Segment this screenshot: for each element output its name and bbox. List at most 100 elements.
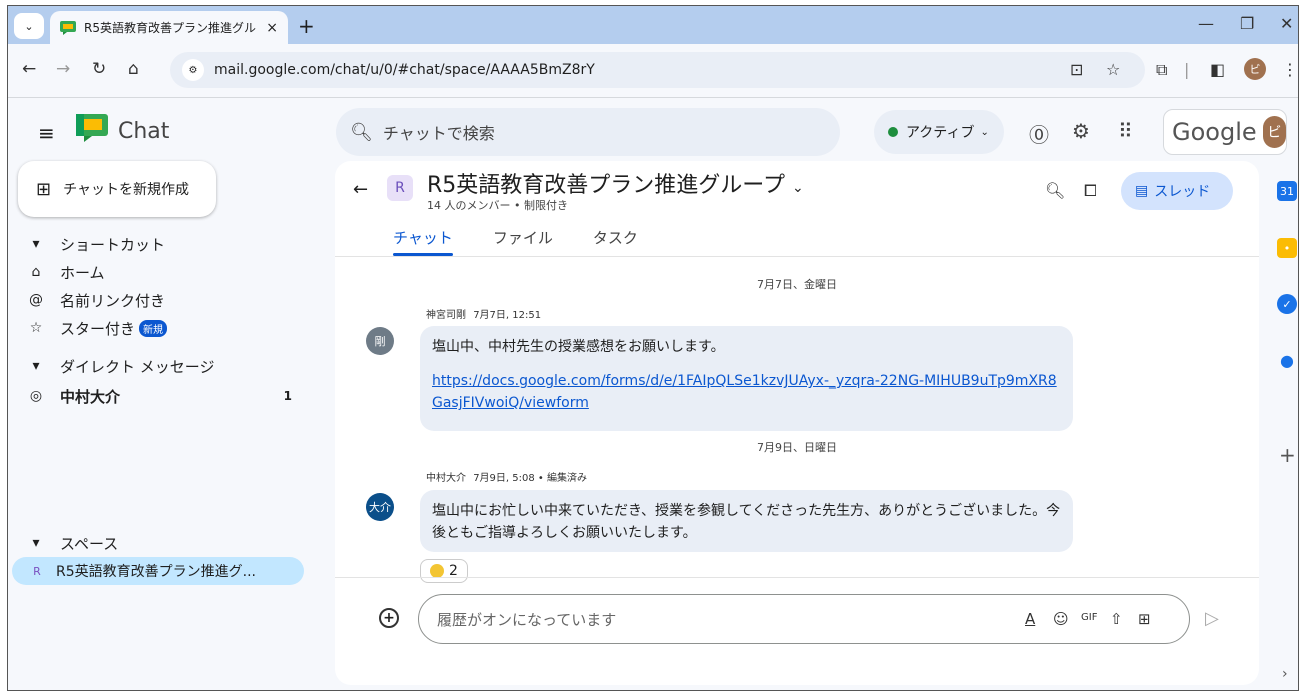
site-info-icon[interactable]: ⚙ <box>182 59 204 81</box>
emoji-icon[interactable]: ☺ <box>1053 610 1069 628</box>
format-text-icon[interactable]: A <box>1025 610 1035 628</box>
new-tab-button[interactable]: + <box>298 14 315 38</box>
upload-icon[interactable]: ⇧ <box>1110 610 1123 628</box>
picture-in-picture-icon[interactable]: ⧠ <box>1084 181 1097 201</box>
browser-tab[interactable]: R5英語教育改善プラン推進グル × <box>50 11 288 44</box>
video-meeting-icon[interactable]: ⊞ <box>1138 610 1151 628</box>
smile-emoji-icon <box>430 564 445 578</box>
tasks-icon[interactable]: ✓ <box>1277 294 1297 314</box>
home-label: ホーム <box>60 263 105 282</box>
chat-logo-icon <box>76 114 108 142</box>
send-icon[interactable]: ▷ <box>1205 608 1219 629</box>
space-initial: R <box>33 564 41 578</box>
toolbar-divider: | <box>1184 60 1190 79</box>
home-icon: ⌂ <box>31 264 41 280</box>
dm-header[interactable]: ▾ ダイレクト メッセージ <box>8 352 308 380</box>
status-label: アクティブ <box>906 125 975 141</box>
help-icon[interactable]: ⓪ <box>1029 119 1049 148</box>
restore-icon[interactable]: ❐ <box>1240 14 1254 33</box>
tabs-divider <box>335 256 1259 257</box>
sender-name[interactable]: 神宮司剛 <box>426 310 466 321</box>
caret-down-icon: ▾ <box>32 236 40 252</box>
room-tabs: チャット ファイル タスク <box>393 227 678 256</box>
new-chat-icon: ⊞ <box>36 178 52 200</box>
room-title-text: R5英語教育改善プラン推進グループ <box>427 173 785 198</box>
window-close-icon[interactable]: ✕ <box>1280 14 1293 33</box>
gif-icon[interactable]: GIF <box>1081 612 1097 623</box>
bookmark-star-icon[interactable]: ☆ <box>1106 60 1120 79</box>
shortcuts-label: ショートカット <box>60 235 166 254</box>
chat-favicon-icon <box>60 20 76 35</box>
apps-grid-icon[interactable]: ⠿ <box>1118 119 1133 143</box>
message-bubble[interactable]: 塩山中、中村先生の授業感想をお願いします。 https://docs.googl… <box>420 326 1073 431</box>
chevron-down-icon: ⌄ <box>791 180 804 196</box>
settings-gear-icon[interactable]: ⚙ <box>1072 119 1090 143</box>
calendar-icon[interactable]: 31 <box>1277 181 1297 201</box>
tab-files[interactable]: ファイル <box>493 227 553 256</box>
avatar[interactable]: 大介 <box>366 493 394 521</box>
chevron-right-icon[interactable]: › <box>1282 666 1288 682</box>
message-input[interactable]: 履歴がオンになっています <box>418 594 1190 644</box>
add-attachment-icon[interactable]: + <box>379 608 399 628</box>
at-sign-icon: @ <box>29 292 43 308</box>
spaces-header[interactable]: ▾ スペース <box>8 529 308 557</box>
new-chat-label: チャットを新規作成 <box>63 182 189 198</box>
browser-profile-avatar[interactable]: ビ <box>1244 58 1266 80</box>
new-chat-button[interactable]: ⊞ チャットを新規作成 <box>18 161 216 217</box>
tab-search-button[interactable]: ⌄ <box>14 13 44 39</box>
sidebar-item-space[interactable]: R R5英語教育改善プラン推進グ... <box>12 557 304 585</box>
sidebar-item-dm[interactable]: ◎ 中村大介 1 <box>8 382 308 410</box>
add-app-icon[interactable]: + <box>1279 443 1296 467</box>
side-panel-icon[interactable]: ◧ <box>1210 60 1225 79</box>
message-meta: 神宮司剛 7月7日, 12:51 <box>426 306 541 321</box>
status-selector[interactable]: アクティブ ⌄ <box>874 110 1004 154</box>
thread-icon: ▤ <box>1135 183 1149 199</box>
date-separator: 7月9日、日曜日 <box>757 441 837 454</box>
home-icon[interactable]: ⌂ <box>128 59 139 79</box>
install-icon[interactable]: ⊡ <box>1070 60 1083 79</box>
tab-chat[interactable]: チャット <box>393 227 453 256</box>
room-subtitle: 14 人のメンバー • 制限付き <box>427 199 568 212</box>
avatar[interactable]: ビ <box>1262 116 1286 148</box>
extensions-icon[interactable]: ⧉ <box>1156 60 1167 80</box>
status-dot <box>888 127 898 137</box>
search-icon: 🔍︎ <box>350 121 373 143</box>
google-account-box[interactable]: Google ビ <box>1163 109 1287 155</box>
chevron-down-icon: ⌄ <box>24 19 34 33</box>
keep-icon[interactable]: • <box>1277 238 1297 258</box>
message-meta: 中村大介 7月9日, 5:08 • 編集済み <box>426 469 587 484</box>
room-title[interactable]: R5英語教育改善プラン推進グループ ⌄ <box>427 167 804 199</box>
person-icon: ◎ <box>29 388 43 404</box>
browser-menu-icon[interactable]: ⋮ <box>1282 60 1298 79</box>
sidebar-item-starred[interactable]: ☆ スター付き 新規 <box>8 314 308 342</box>
search-icon[interactable]: 🔍︎ <box>1045 181 1065 200</box>
sender-name[interactable]: 中村大介 <box>426 473 466 484</box>
shortcuts-header[interactable]: ▾ ショートカット <box>8 230 308 258</box>
tab-tasks[interactable]: タスク <box>593 227 638 256</box>
message-link[interactable]: https://docs.google.com/forms/d/e/1FAIpQ… <box>432 373 1057 411</box>
dm-header-label: ダイレクト メッセージ <box>60 357 215 376</box>
google-wordmark: Google <box>1172 118 1257 146</box>
close-icon[interactable]: × <box>266 20 278 36</box>
chat-main-panel: ← R R5英語教育改善プラン推進グループ ⌄ 14 人のメンバー • 制限付き… <box>335 161 1259 685</box>
main-menu-icon[interactable]: ≡ <box>38 121 55 145</box>
sidebar-item-home[interactable]: ⌂ ホーム <box>8 258 308 286</box>
forward-arrow-icon[interactable]: → <box>56 59 70 79</box>
address-bar: ← → ↻ ⌂ ⚙ mail.google.com/chat/u/0/#chat… <box>8 44 1298 98</box>
reload-icon[interactable]: ↻ <box>92 59 106 79</box>
message-placeholder: 履歴がオンになっています <box>437 610 617 629</box>
avatar[interactable]: 剛 <box>366 327 394 355</box>
search-placeholder: チャットで検索 <box>382 124 495 143</box>
sidebar-item-mentions[interactable]: @ 名前リンク付き <box>8 286 308 314</box>
threads-button[interactable]: ▤ スレッド <box>1121 172 1233 210</box>
back-arrow-icon[interactable]: ← <box>353 179 368 200</box>
url-field[interactable]: ⚙ mail.google.com/chat/u/0/#chat/space/A… <box>170 52 1145 88</box>
message-bubble[interactable]: 塩山中にお忙しい中来ていただき、授業を参観してくださった先生方、ありがとうござい… <box>420 490 1073 552</box>
app-header: ≡ Chat 🔍︎ チャットで検索 アクティブ ⌄ ⓪ ⚙ ⠿ Google ビ <box>8 99 1298 163</box>
contacts-icon[interactable]: ● <box>1277 350 1297 370</box>
emoji-reaction[interactable]: 2 <box>420 559 468 583</box>
search-input[interactable]: 🔍︎ チャットで検索 <box>336 108 840 156</box>
minimize-icon[interactable]: — <box>1198 14 1214 33</box>
back-arrow-icon[interactable]: ← <box>22 59 36 79</box>
app-name: Chat <box>118 119 170 144</box>
